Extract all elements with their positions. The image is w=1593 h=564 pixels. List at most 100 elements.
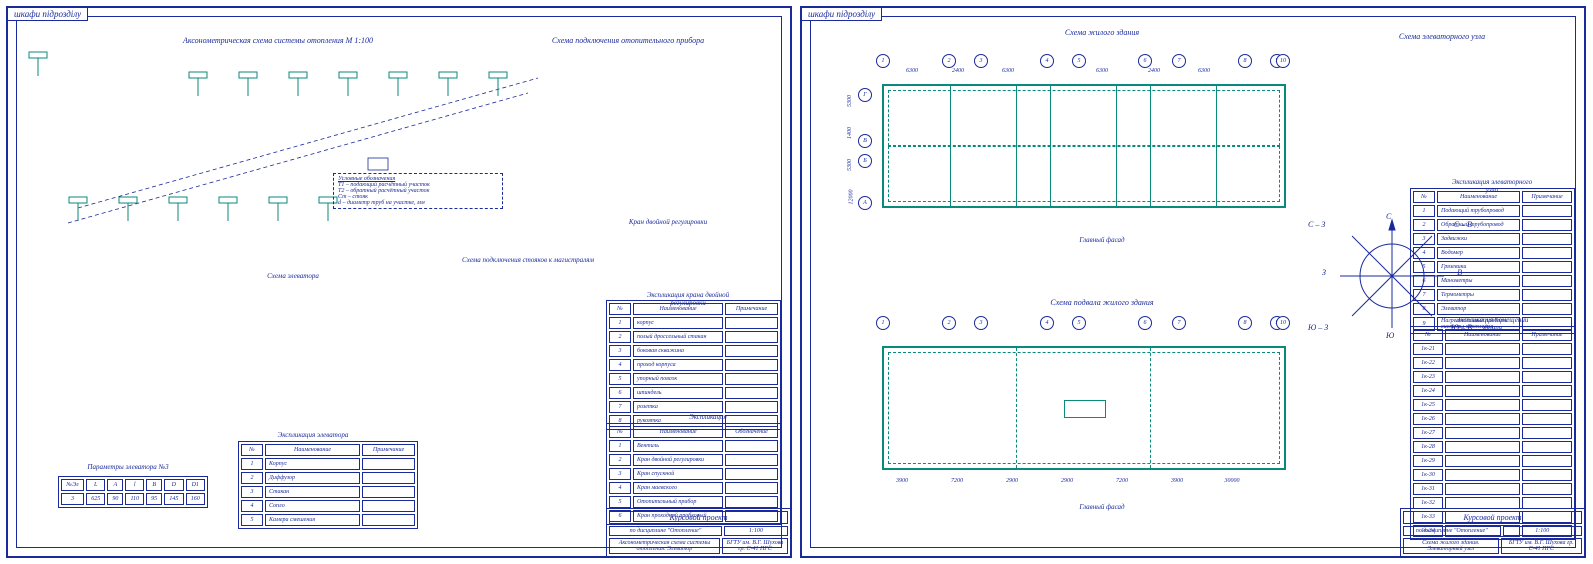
cell (725, 401, 778, 413)
title-basement: Схема подвала жилого здания (1050, 298, 1153, 307)
axis-v: В (858, 134, 872, 148)
floor-plan (882, 84, 1286, 208)
title-plan: Схема жилого здания (1065, 28, 1139, 37)
dimension: 7200 (951, 478, 963, 484)
cell: B (146, 479, 162, 491)
cell (725, 359, 778, 371)
axis-circle: 8 (1238, 316, 1252, 330)
cell: 8 (1413, 303, 1435, 315)
table-param: №ЭлLAlBDD1 36259011095145160 (58, 476, 208, 508)
cell: l (125, 479, 144, 491)
cell: 1к-30 (1413, 469, 1443, 481)
cell (725, 373, 778, 385)
cell (1522, 261, 1572, 273)
axis-circle: 6 (1138, 54, 1152, 68)
cell (1445, 385, 1520, 397)
cell: полый дроссельный стакан (633, 331, 723, 343)
cell: 1к-26 (1413, 413, 1443, 425)
title-elev: Схема элеватора (267, 272, 319, 280)
cell: Стакан (265, 486, 360, 498)
cell (725, 454, 778, 466)
table-elevunit: №НаименованиеПримечание 1Подающий трубоп… (1410, 188, 1575, 334)
axis-circle: 7 (1172, 316, 1186, 330)
cell: Вентиль (633, 440, 723, 452)
cell (725, 482, 778, 494)
axis-circle: 5 (1072, 316, 1086, 330)
cell: 5 (1413, 261, 1435, 273)
cell (1445, 483, 1520, 495)
cell: 1к-27 (1413, 427, 1443, 439)
border-tag: шкафи підрозділу (801, 7, 882, 21)
facade-1: Главный фасад (1079, 236, 1124, 244)
cell (1522, 399, 1572, 411)
dimension: 1400 (847, 127, 853, 139)
table-kran: №НаименованиеПримечание 1корпус2полый др… (606, 300, 781, 430)
cell: 4 (241, 500, 263, 512)
dimension: 2400 (952, 68, 964, 74)
cell: 4 (1413, 247, 1435, 259)
cell (725, 496, 778, 508)
legend-box: Условные обозначения Т1 – подающий расчё… (333, 173, 503, 209)
cell: L (86, 479, 105, 491)
cell: 1 (1413, 205, 1435, 217)
title-param-elev: Параметры элеватора №3 (87, 463, 168, 471)
title-elev-unit: Схема элеваторного узла (1399, 32, 1485, 41)
dimension: 7200 (1116, 478, 1128, 484)
dimension: 12000 (849, 190, 855, 205)
titleblock-1: Курсовой проект по дисциплине "Отопление… (606, 508, 791, 557)
axis-circle: 3 (974, 316, 988, 330)
cell (362, 458, 415, 470)
cell: 5 (609, 496, 631, 508)
dimension: 30000 (1225, 478, 1240, 484)
cell (1445, 455, 1520, 467)
cell: 625 (86, 493, 105, 505)
legend-row: d – диаметр труб на участке, мм (338, 200, 498, 206)
cell (1522, 289, 1572, 301)
axis-circle: 2 (942, 316, 956, 330)
cell: 1к-21 (1413, 343, 1443, 355)
cell: 2 (609, 331, 631, 343)
cell (1522, 455, 1572, 467)
compass-w: З (1322, 268, 1326, 277)
dimension: 6300 (1096, 68, 1108, 74)
axis-g: Г (858, 88, 872, 102)
cell (1522, 427, 1572, 439)
dimension: 6300 (906, 68, 918, 74)
cell: 4 (609, 359, 631, 371)
cell (1445, 357, 1520, 369)
axis-circle: 3 (974, 54, 988, 68)
dimension: 6300 (1198, 68, 1210, 74)
cell: Кран спускной (633, 468, 723, 480)
cell: 7 (1413, 289, 1435, 301)
title-conn-prib: Схема подключения отопительного прибора (552, 36, 704, 45)
cell: 5 (609, 373, 631, 385)
cell: корпус (633, 317, 723, 329)
cell: 1к-25 (1413, 399, 1443, 411)
compass-sw: Ю – З (1308, 323, 1328, 332)
axo-scheme (38, 58, 558, 258)
border-tag: шкафи підрозділу (7, 7, 88, 21)
axis-a: А (858, 196, 872, 210)
cell: 7 (609, 401, 631, 413)
cell: Задвижки (1437, 233, 1520, 245)
axis-circle: 7 (1172, 54, 1186, 68)
dimension: 2900 (1061, 478, 1073, 484)
cell: D (164, 479, 183, 491)
cell: Водомер (1437, 247, 1520, 259)
cell (1445, 469, 1520, 481)
cell: 2 (609, 454, 631, 466)
cell: 110 (125, 493, 144, 505)
cell: 1 (241, 458, 263, 470)
cell (725, 440, 778, 452)
cell: Обратный трубопровод (1437, 219, 1520, 231)
cell (1522, 469, 1572, 481)
axis-circle: 4 (1040, 316, 1054, 330)
cell (1445, 413, 1520, 425)
axis-circle: 10 (1276, 316, 1290, 330)
cell: 1к-28 (1413, 441, 1443, 453)
cell: Отопительный прибор (633, 496, 723, 508)
cell: Корпус (265, 458, 360, 470)
cell: 3 (609, 468, 631, 480)
cell: 1 (609, 317, 631, 329)
cell (1445, 399, 1520, 411)
